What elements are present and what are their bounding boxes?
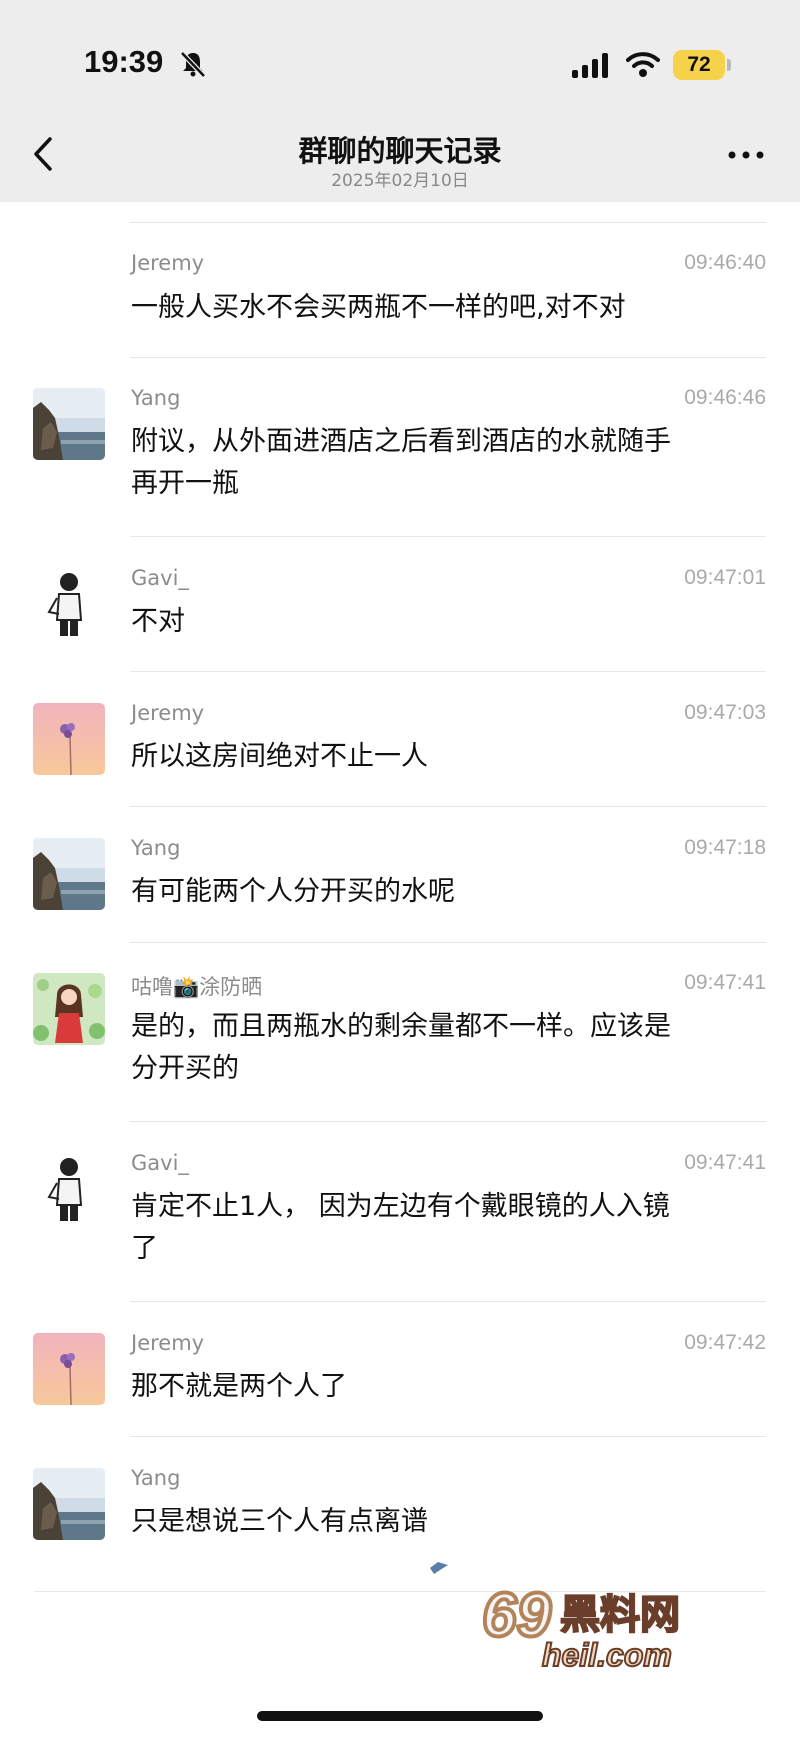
message-line: 是的，而且两瓶水的剩余量都不一样。应该是 [131,1011,671,1042]
message-text: 只是想说三个人有点离谱 [131,1501,771,1543]
sender-name: Yang [131,386,181,410]
message-line: 附议，从外面进酒店之后看到酒店的水就随手 [131,426,671,457]
sender-name: Jeremy [131,701,205,725]
divider [130,806,766,807]
message-line: 有可能两个人分开买的水呢 [131,876,455,907]
avatar[interactable] [33,973,105,1045]
message-text: 那不就是两个人了 [131,1366,771,1408]
avatar[interactable] [33,1333,105,1405]
message-list: Jeremy 09:46:40 一般人买水不会买两瓶不一样的吧,对不对 Yang… [0,0,800,1741]
message-time: 09:47:01 [684,566,766,589]
message-time: 09:47:42 [684,1331,766,1354]
divider [130,357,766,358]
divider [130,671,766,672]
message-line: 不对 [131,606,185,637]
message-time: 09:47:41 [684,971,766,994]
coast-avatar-image [33,1468,105,1540]
sender-name: Jeremy [131,251,205,275]
coast-avatar-image [33,388,105,460]
message-time: 09:46:46 [684,386,766,409]
cartoon-avatar-image [33,973,105,1045]
message-text: 是的，而且两瓶水的剩余量都不一样。应该是 分开买的 [131,1006,771,1090]
divider [130,1301,766,1302]
message-time: 09:46:40 [684,251,766,274]
message-line: 只是想说三个人有点离谱 [131,1506,428,1537]
divider [130,942,766,943]
flower-avatar-image [33,1333,105,1405]
avatar[interactable] [33,1153,105,1225]
svg-text:heil.com: heil.com [542,1637,672,1673]
sender-name: Yang [131,1466,181,1490]
svg-text:黑料网: 黑料网 [560,1592,680,1638]
watermark-logo: 69 黑料网 heil.com [482,1579,681,1674]
message-line: 了 [131,1233,158,1264]
sketch-avatar-image [33,568,105,640]
avatar[interactable] [33,838,105,910]
sender-name: Jeremy [131,1331,205,1355]
message-line: 分开买的 [131,1053,239,1084]
divider [130,536,766,537]
flower-avatar-image [33,703,105,775]
message-line: 那不就是两个人了 [131,1371,347,1402]
message-line: 肯定不止1人， 因为左边有个戴眼镜的人入镜 [131,1191,670,1222]
sender-name: Yang [131,836,181,860]
avatar[interactable] [33,703,105,775]
message-text: 肯定不止1人， 因为左边有个戴眼镜的人入镜 了 [131,1186,771,1270]
sender-name: Gavi_ [131,1151,189,1175]
message-time: 09:47:41 [684,1151,766,1174]
divider [130,1436,766,1437]
avatar[interactable] [33,568,105,640]
message-text: 有可能两个人分开买的水呢 [131,871,771,913]
small-bird-icon [430,1562,448,1574]
message-time: 09:47:03 [684,701,766,724]
message-line: 再开一瓶 [131,468,239,499]
message-text: 所以这房间绝对不止一人 [131,736,771,778]
message-time: 09:47:18 [684,836,766,859]
avatar[interactable] [33,1468,105,1540]
message-line: 一般人买水不会买两瓶不一样的吧,对不对 [131,292,626,323]
avatar[interactable] [33,388,105,460]
home-indicator[interactable] [257,1711,543,1721]
message-text: 不对 [131,601,771,643]
message-line: 所以这房间绝对不止一人 [131,741,428,772]
coast-avatar-image [33,838,105,910]
divider [130,222,766,223]
sketch-avatar-image [33,1153,105,1225]
sender-name: Gavi_ [131,566,189,590]
divider [130,1121,766,1122]
message-text: 附议，从外面进酒店之后看到酒店的水就随手 再开一瓶 [131,421,771,505]
message-text: 一般人买水不会买两瓶不一样的吧,对不对 [131,287,771,329]
sender-name: 咕噜📸涂防晒 [131,975,263,999]
